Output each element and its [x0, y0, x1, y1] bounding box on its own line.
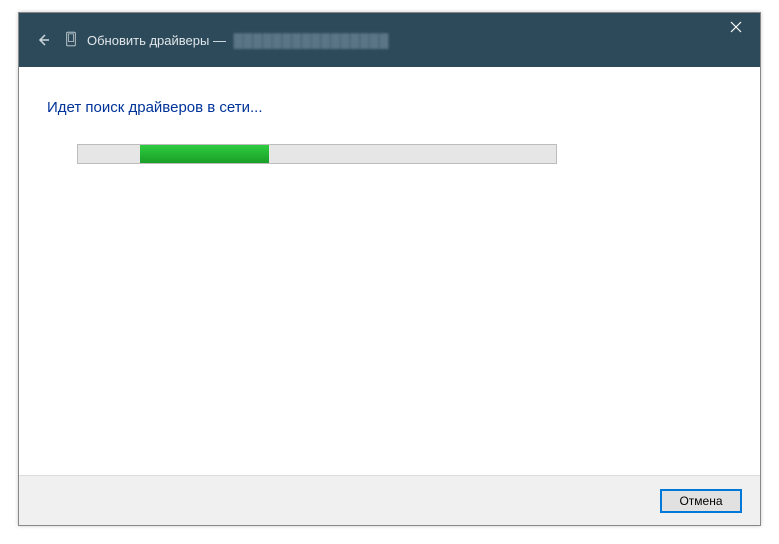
title-prefix: Обновить драйверы — [87, 33, 226, 48]
driver-update-dialog: Обновить драйверы — ████████████████ Иде… [18, 12, 761, 526]
content-area: Идет поиск драйверов в сети... [19, 67, 760, 475]
close-icon[interactable] [712, 13, 760, 41]
device-name: ████████████████ [234, 33, 389, 48]
window-title: Обновить драйверы — ████████████████ [87, 33, 389, 48]
titlebar: Обновить драйверы — ████████████████ [19, 13, 760, 67]
progress-fill [140, 145, 269, 163]
footer: Отмена [19, 475, 760, 525]
cancel-button[interactable]: Отмена [660, 489, 742, 513]
progress-bar [77, 144, 557, 164]
status-heading: Идет поиск драйверов в сети... [47, 99, 732, 116]
back-arrow-icon[interactable] [31, 28, 55, 52]
device-icon [65, 31, 79, 49]
